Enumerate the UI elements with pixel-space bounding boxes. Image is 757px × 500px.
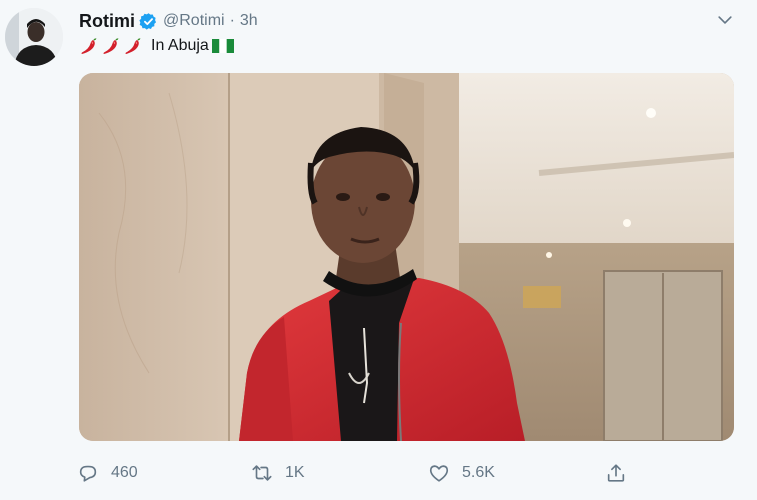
timestamp[interactable]: 3h: [240, 12, 258, 30]
tweet-body-text: In Abuja: [151, 37, 209, 54]
retweet-count: 1K: [285, 464, 305, 481]
reply-button[interactable]: 460: [77, 458, 138, 488]
like-button[interactable]: 5.6K: [428, 458, 495, 488]
reply-count: 460: [111, 464, 138, 481]
tweet-text: In Abuja: [79, 36, 234, 56]
hot-pepper-icon: [79, 36, 99, 56]
retweet-icon: [251, 462, 273, 484]
nigeria-flag-icon: [211, 39, 234, 53]
like-count: 5.6K: [462, 464, 495, 481]
display-name[interactable]: Rotimi: [79, 11, 135, 32]
hot-pepper-icon: [123, 36, 143, 56]
reply-icon: [77, 462, 99, 484]
chevron-down-icon[interactable]: [712, 9, 738, 31]
like-icon: [428, 462, 450, 484]
tweet-photo[interactable]: [79, 73, 734, 441]
retweet-button[interactable]: 1K: [251, 458, 305, 488]
verified-badge-icon: [139, 12, 158, 31]
tweet-header: Rotimi @Rotimi · 3h: [79, 9, 258, 33]
hot-pepper-icon: [101, 36, 121, 56]
handle[interactable]: @Rotimi: [163, 12, 225, 30]
tweet-actions: 460 1K 5.6K: [77, 458, 657, 488]
tweet[interactable]: Rotimi @Rotimi · 3h In Abuja 460 1K 5.6K: [0, 0, 757, 500]
share-button[interactable]: [605, 458, 627, 488]
avatar[interactable]: [5, 8, 63, 66]
separator-dot: ·: [229, 12, 235, 29]
share-icon: [605, 462, 627, 484]
